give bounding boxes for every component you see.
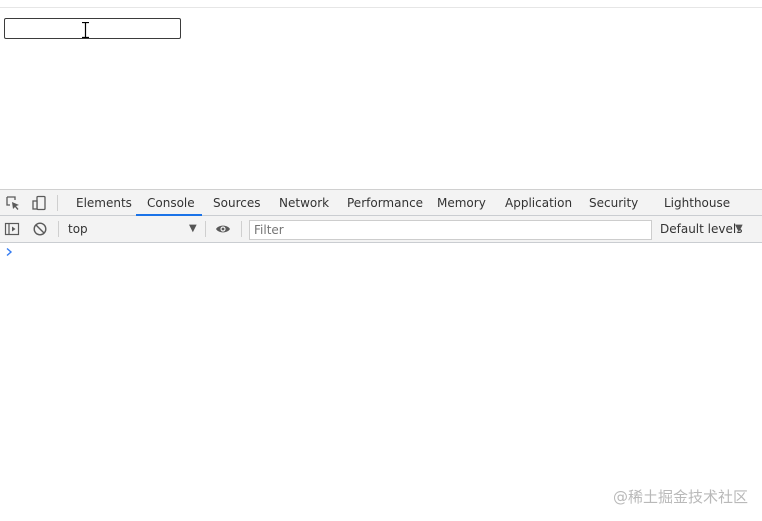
live-expression-eye-icon[interactable] [215, 221, 231, 237]
tab-sources[interactable]: Sources [213, 190, 260, 216]
tab-security[interactable]: Security [589, 190, 638, 216]
javascript-context-select[interactable]: top [68, 216, 88, 242]
divider [0, 7, 762, 8]
console-toolbar: top ▼ Default levels ▼ [0, 216, 762, 243]
tab-lighthouse[interactable]: Lighthouse [664, 190, 730, 216]
tab-memory[interactable]: Memory [437, 190, 486, 216]
device-toolbar-icon[interactable] [31, 195, 47, 211]
toolbar-separator [57, 195, 58, 211]
tab-elements[interactable]: Elements [76, 190, 132, 216]
text-input[interactable] [4, 18, 181, 39]
clear-console-icon[interactable] [32, 221, 48, 237]
toolbar-separator [241, 221, 242, 237]
log-levels-select[interactable]: Default levels [660, 216, 742, 242]
show-console-sidebar-icon[interactable] [4, 221, 20, 237]
i-beam-cursor-icon [82, 22, 89, 38]
console-filter-input[interactable] [249, 220, 652, 240]
tab-application[interactable]: Application [505, 190, 572, 216]
tab-network[interactable]: Network [279, 190, 329, 216]
watermark: @稀土掘金技术社区 [612, 488, 748, 506]
tab-console[interactable]: Console [147, 190, 195, 216]
console-prompt-chevron-icon [6, 247, 13, 257]
tab-performance[interactable]: Performance [347, 190, 423, 216]
page: Elements Console Sources Network Perform… [0, 0, 762, 521]
toolbar-separator [205, 221, 206, 237]
devtools-tabbar: Elements Console Sources Network Perform… [0, 189, 762, 216]
dropdown-arrow-icon[interactable]: ▼ [189, 216, 197, 242]
devtools-panel: Elements Console Sources Network Perform… [0, 189, 762, 521]
dropdown-arrow-icon[interactable]: ▼ [735, 216, 743, 242]
inspect-element-icon[interactable] [5, 195, 21, 211]
toolbar-separator [58, 221, 59, 237]
